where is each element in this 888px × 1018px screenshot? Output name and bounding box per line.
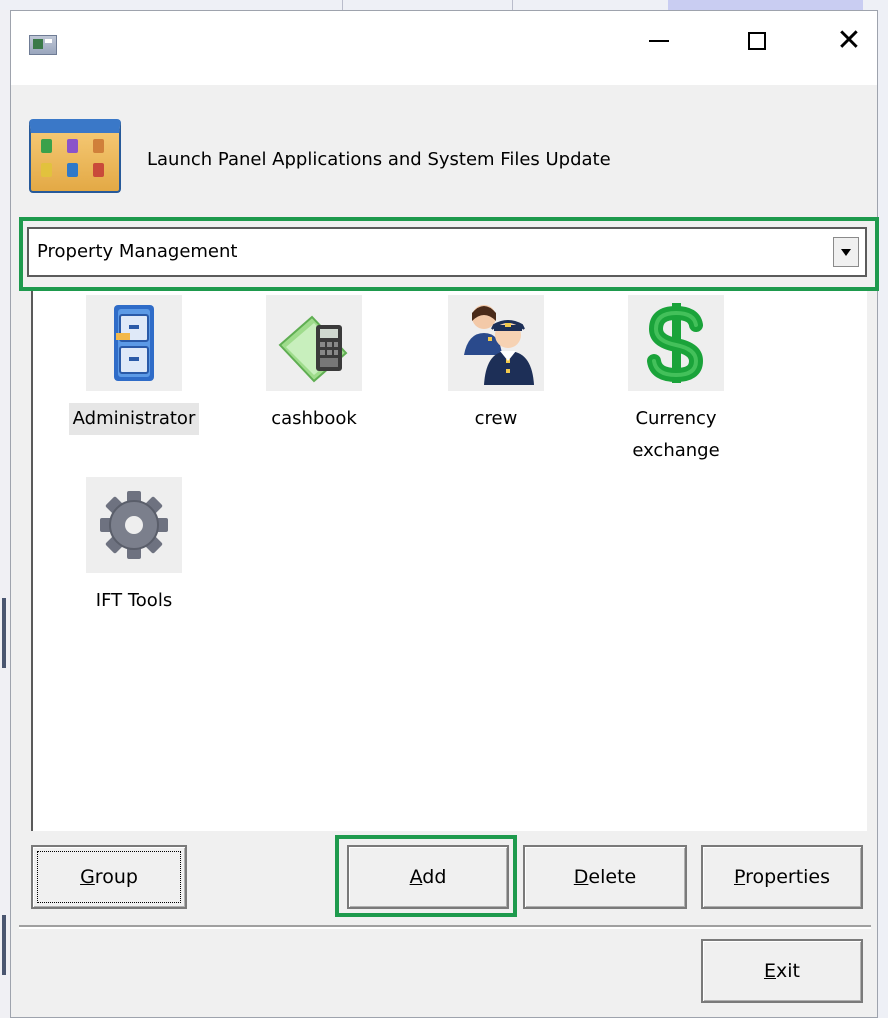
close-button[interactable]: ✕	[821, 11, 877, 71]
launch-panel-window: ✕ Launch Panel Applications and System F…	[10, 10, 879, 1018]
properties-button[interactable]: Properties	[701, 845, 863, 909]
gear-icon	[86, 477, 182, 573]
header-title: Launch Panel Applications and System Fil…	[147, 149, 611, 170]
app-item-currency-exchange[interactable]: Currency exchange	[601, 295, 751, 467]
cashbook-calculator-icon	[266, 295, 362, 391]
properties-button-label: Properties	[733, 866, 831, 888]
app-item-label: Administrator	[68, 403, 200, 435]
background-highlight	[668, 0, 863, 10]
app-item-label: crew	[474, 408, 518, 429]
background-window-strip	[0, 0, 888, 10]
app-item-label: IFT Tools	[95, 590, 173, 611]
background-divider	[512, 0, 513, 10]
title-bar[interactable]: ✕	[11, 11, 877, 85]
add-button[interactable]: Add	[347, 845, 509, 909]
launch-panel-icon	[29, 119, 121, 193]
add-button-label: Add	[409, 866, 447, 888]
exit-button[interactable]: Exit	[701, 939, 863, 1003]
minimize-button[interactable]	[631, 11, 687, 71]
background-window-left-edge	[0, 10, 10, 1018]
background-divider	[342, 0, 343, 10]
maximize-icon	[748, 32, 766, 50]
dropdown-arrow-button[interactable]	[833, 237, 859, 267]
header: Launch Panel Applications and System Fil…	[11, 119, 877, 199]
minimize-icon	[649, 40, 669, 42]
app-item-label: cashbook	[271, 408, 357, 429]
separator-line	[19, 925, 871, 929]
filing-cabinet-icon	[86, 295, 182, 391]
crew-people-icon	[448, 295, 544, 391]
background-window-right-edge	[878, 10, 888, 1018]
delete-button[interactable]: Delete	[523, 845, 687, 909]
group-select-value: Property Management	[37, 241, 238, 262]
dollar-sign-icon	[628, 295, 724, 391]
delete-button-label: Delete	[573, 866, 637, 888]
group-button[interactable]: Group	[31, 845, 187, 909]
app-item-label: Currency exchange	[632, 408, 720, 461]
app-item-crew[interactable]: crew	[421, 295, 571, 435]
app-item-ift-tools[interactable]: IFT Tools	[59, 477, 209, 617]
app-item-administrator[interactable]: Administrator	[59, 295, 209, 435]
maximize-button[interactable]	[729, 11, 785, 71]
application-list[interactable]: Administrator cashbook crew Currency exc…	[31, 291, 867, 831]
background-mark	[2, 598, 6, 668]
close-icon: ✕	[836, 23, 862, 58]
window-app-icon	[29, 35, 57, 55]
group-select[interactable]: Property Management	[27, 227, 867, 277]
app-item-cashbook[interactable]: cashbook	[239, 295, 389, 435]
exit-button-label: Exit	[764, 960, 800, 982]
background-mark	[2, 915, 6, 975]
focus-rectangle	[37, 851, 181, 903]
dropdown-arrow-icon	[841, 248, 851, 256]
